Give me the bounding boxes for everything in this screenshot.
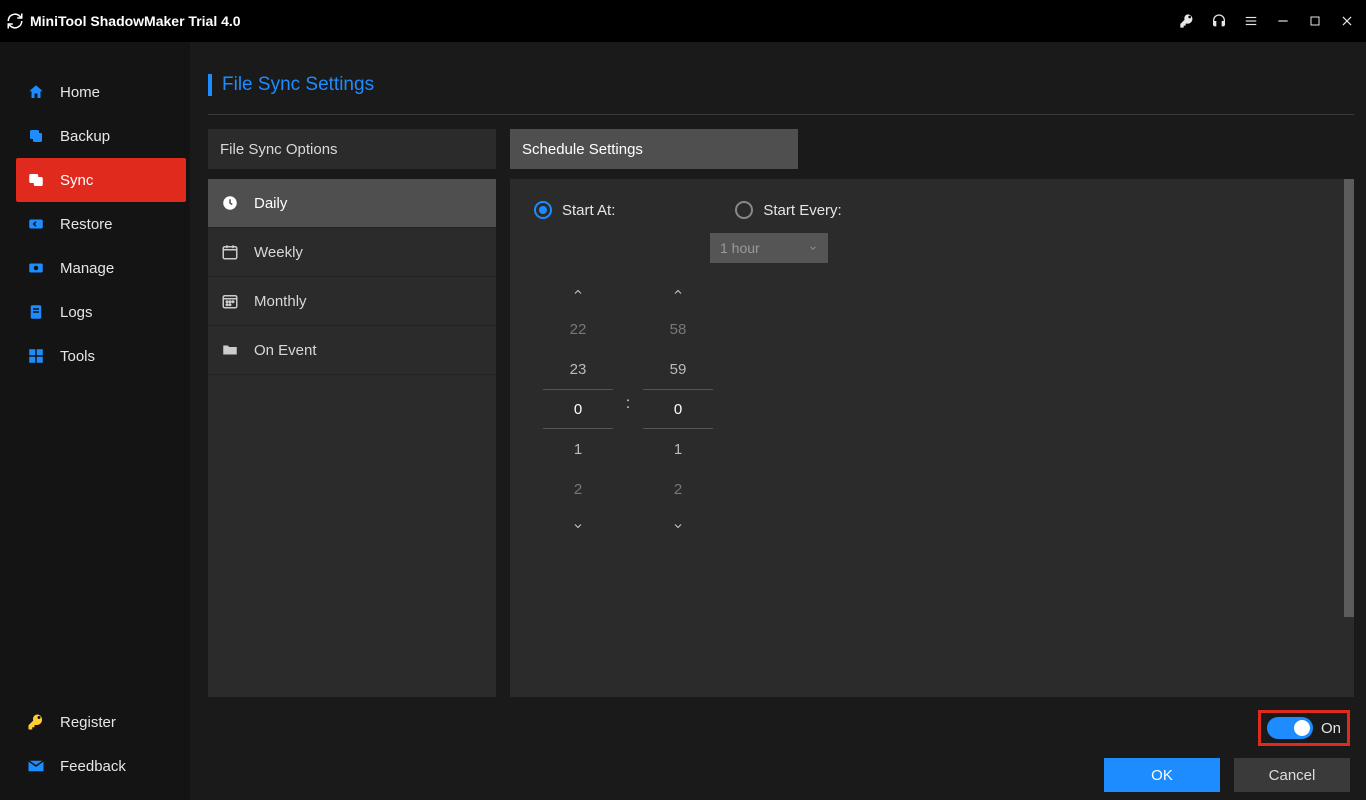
- panel-scrollbar[interactable]: [1344, 179, 1354, 617]
- sidebar-item-label: Backup: [60, 128, 110, 145]
- hour-option[interactable]: 22: [543, 309, 613, 349]
- schedule-type-onevent[interactable]: On Event: [208, 326, 496, 375]
- sync-icon: [26, 170, 46, 190]
- manage-icon: [26, 258, 46, 278]
- app-title: MiniTool ShadowMaker Trial 4.0: [30, 13, 241, 29]
- minute-option[interactable]: 2: [643, 469, 713, 509]
- schedule-type-weekly[interactable]: Weekly: [208, 228, 496, 277]
- folder-icon: [220, 340, 240, 360]
- main-content: File Sync Settings File Sync Options Sch…: [190, 42, 1366, 800]
- sidebar-item-restore[interactable]: Restore: [0, 202, 190, 246]
- minute-option[interactable]: 59: [643, 349, 713, 389]
- hour-selected[interactable]: 0: [543, 389, 613, 429]
- schedule-enable-toggle[interactable]: [1267, 717, 1313, 739]
- hour-spinner: 22 23 0 1 2: [534, 275, 622, 543]
- sidebar-register[interactable]: Register: [0, 700, 190, 744]
- tab-schedule-settings[interactable]: Schedule Settings: [510, 129, 798, 169]
- schedule-type-label: Monthly: [254, 293, 307, 310]
- page-heading: File Sync Settings: [208, 74, 1354, 96]
- hour-option[interactable]: 1: [543, 429, 613, 469]
- schedule-type-label: Daily: [254, 195, 287, 212]
- minute-down-button[interactable]: [634, 509, 722, 543]
- sidebar-item-home[interactable]: Home: [0, 70, 190, 114]
- chevron-down-icon: [808, 240, 818, 256]
- sidebar-item-label: Tools: [60, 348, 95, 365]
- radio-start-every[interactable]: Start Every:: [735, 201, 841, 219]
- interval-select: 1 hour: [710, 233, 828, 263]
- sidebar-item-label: Sync: [60, 172, 93, 189]
- ok-button[interactable]: OK: [1104, 758, 1220, 792]
- cancel-button[interactable]: Cancel: [1234, 758, 1350, 792]
- license-key-icon[interactable]: [1178, 12, 1196, 30]
- sidebar-register-label: Register: [60, 714, 116, 731]
- menu-icon[interactable]: [1242, 12, 1260, 30]
- tools-icon: [26, 346, 46, 366]
- sidebar-item-tools[interactable]: Tools: [0, 334, 190, 378]
- time-colon: :: [622, 275, 634, 413]
- schedule-type-list: Daily Weekly Monthly On Event: [208, 179, 496, 697]
- calendar-month-icon: [220, 291, 240, 311]
- schedule-type-monthly[interactable]: Monthly: [208, 277, 496, 326]
- schedule-type-label: Weekly: [254, 244, 303, 261]
- radio-start-at[interactable]: Start At:: [534, 201, 615, 219]
- minute-spinner: 58 59 0 1 2: [634, 275, 722, 543]
- minute-up-button[interactable]: [634, 275, 722, 309]
- sidebar-item-backup[interactable]: Backup: [0, 114, 190, 158]
- sidebar-item-sync[interactable]: Sync: [16, 158, 186, 202]
- radio-selected-icon: [534, 201, 552, 219]
- minimize-icon[interactable]: [1274, 12, 1292, 30]
- minute-selected[interactable]: 0: [643, 389, 713, 429]
- restore-icon: [26, 214, 46, 234]
- interval-select-value: 1 hour: [720, 240, 760, 256]
- radio-start-at-label: Start At:: [562, 202, 615, 219]
- sidebar-item-manage[interactable]: Manage: [0, 246, 190, 290]
- schedule-enable-toggle-highlight: On: [1258, 710, 1350, 746]
- minute-option[interactable]: 1: [643, 429, 713, 469]
- tab-file-sync-options[interactable]: File Sync Options: [208, 129, 496, 169]
- radio-unselected-icon: [735, 201, 753, 219]
- footer-controls: On OK Cancel: [1104, 710, 1350, 792]
- close-icon[interactable]: [1338, 12, 1356, 30]
- minute-option[interactable]: 58: [643, 309, 713, 349]
- cancel-button-label: Cancel: [1269, 767, 1316, 784]
- page-title: File Sync Settings: [222, 74, 374, 96]
- sidebar-item-label: Logs: [60, 304, 93, 321]
- schedule-detail-panel: Start At: Start Every: 1 hour 22: [510, 179, 1354, 697]
- tab-label: File Sync Options: [220, 141, 338, 158]
- schedule-type-label: On Event: [254, 342, 317, 359]
- support-icon[interactable]: [1210, 12, 1228, 30]
- ok-button-label: OK: [1151, 767, 1173, 784]
- sidebar-item-label: Manage: [60, 260, 114, 277]
- feedback-mail-icon: [26, 756, 46, 776]
- tab-label: Schedule Settings: [522, 141, 643, 158]
- sidebar-feedback-label: Feedback: [60, 758, 126, 775]
- hour-up-button[interactable]: [534, 275, 622, 309]
- schedule-type-daily[interactable]: Daily: [208, 179, 496, 228]
- calendar-week-icon: [220, 242, 240, 262]
- sidebar-item-label: Home: [60, 84, 100, 101]
- backup-icon: [26, 126, 46, 146]
- toggle-knob: [1294, 720, 1310, 736]
- sidebar-item-logs[interactable]: Logs: [0, 290, 190, 334]
- sidebar: Home Backup Sync Restore Manage Logs: [0, 42, 190, 800]
- time-picker: 22 23 0 1 2 : 58 59: [534, 275, 1330, 543]
- radio-start-every-label: Start Every:: [763, 202, 841, 219]
- hour-option[interactable]: 23: [543, 349, 613, 389]
- heading-accent-bar: [208, 74, 212, 96]
- app-logo-icon: [6, 12, 24, 30]
- sidebar-item-label: Restore: [60, 216, 113, 233]
- toggle-on-label: On: [1321, 720, 1341, 737]
- title-bar: MiniTool ShadowMaker Trial 4.0: [0, 0, 1366, 42]
- heading-divider: [208, 114, 1354, 115]
- sidebar-feedback[interactable]: Feedback: [0, 744, 190, 788]
- register-key-icon: [26, 712, 46, 732]
- hour-down-button[interactable]: [534, 509, 622, 543]
- hour-option[interactable]: 2: [543, 469, 613, 509]
- home-icon: [26, 82, 46, 102]
- maximize-icon[interactable]: [1306, 12, 1324, 30]
- clock-icon: [220, 193, 240, 213]
- logs-icon: [26, 302, 46, 322]
